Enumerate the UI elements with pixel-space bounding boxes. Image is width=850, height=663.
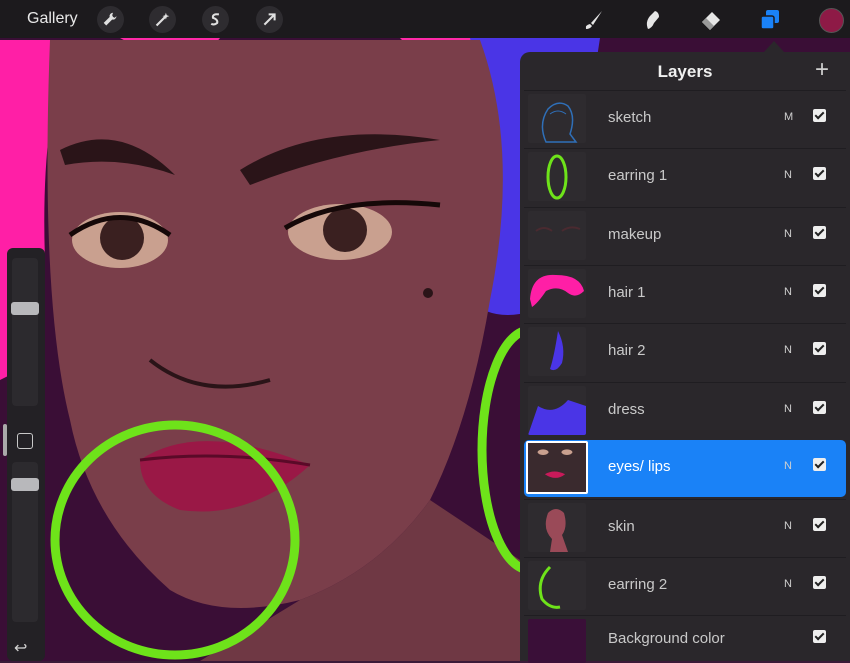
layer-name: hair 1	[608, 284, 646, 301]
layer-thumbnail	[528, 94, 586, 143]
background-color-row[interactable]: Background color	[524, 615, 846, 663]
layer-row[interactable]: skin N	[524, 499, 846, 557]
eraser-icon[interactable]	[697, 6, 724, 33]
layer-row-selected[interactable]: eyes/ lips N	[524, 440, 846, 497]
blend-mode-button[interactable]: N	[784, 228, 792, 240]
wrench-icon[interactable]	[97, 6, 124, 33]
layer-name: sketch	[608, 109, 652, 126]
visibility-checkbox[interactable]	[813, 401, 826, 414]
layer-name: Background color	[608, 630, 725, 647]
visibility-checkbox[interactable]	[813, 167, 826, 180]
blend-mode-button[interactable]: N	[784, 578, 792, 590]
blend-mode-button[interactable]: N	[784, 403, 792, 415]
layer-thumbnail	[528, 211, 586, 260]
layers-panel: Layers + sketch M earring 1 N makeup N h…	[520, 52, 850, 663]
visibility-checkbox[interactable]	[813, 518, 826, 531]
blend-mode-button[interactable]: N	[784, 286, 792, 298]
add-layer-icon[interactable]: +	[815, 58, 829, 82]
magic-wand-icon[interactable]	[149, 6, 176, 33]
top-toolbar: Gallery	[0, 0, 850, 38]
layer-row[interactable]: earring 1 N	[524, 148, 846, 206]
visibility-checkbox[interactable]	[813, 576, 826, 589]
layers-panel-title: Layers	[657, 62, 713, 81]
layer-thumbnail	[528, 269, 586, 318]
layer-row[interactable]: dress N	[524, 382, 846, 440]
layer-thumbnail	[528, 152, 586, 201]
visibility-checkbox[interactable]	[813, 342, 826, 355]
blend-mode-button[interactable]: N	[784, 344, 792, 356]
layer-row[interactable]: hair 2 N	[524, 323, 846, 381]
brush-size-slider[interactable]	[12, 258, 38, 406]
layer-name: earring 2	[608, 576, 668, 593]
color-swatch-button[interactable]	[819, 8, 844, 33]
layers-icon[interactable]	[756, 6, 783, 33]
background-color-swatch[interactable]	[528, 619, 586, 663]
blend-mode-button[interactable]: M	[784, 111, 793, 123]
layer-row[interactable]: makeup N	[524, 207, 846, 265]
brush-icon[interactable]	[580, 6, 607, 33]
layer-thumbnail	[528, 503, 586, 552]
visibility-checkbox[interactable]	[813, 109, 826, 122]
layer-thumbnail	[528, 561, 586, 610]
layer-name: dress	[608, 401, 645, 418]
layer-thumbnail	[528, 386, 586, 435]
layer-name: earring 1	[608, 167, 668, 184]
arrow-cursor-icon[interactable]	[256, 6, 283, 33]
visibility-checkbox[interactable]	[813, 226, 826, 239]
gallery-button[interactable]: Gallery	[27, 10, 78, 28]
layer-name: makeup	[608, 226, 662, 243]
visibility-checkbox[interactable]	[813, 284, 826, 297]
square-modify-icon[interactable]	[17, 433, 33, 449]
blend-mode-button[interactable]: N	[784, 520, 792, 532]
layer-row[interactable]: hair 1 N	[524, 265, 846, 323]
sidebar-drag-handle[interactable]	[3, 424, 7, 456]
visibility-checkbox[interactable]	[813, 630, 826, 643]
selection-s-icon[interactable]	[202, 6, 229, 33]
layer-thumbnail	[528, 327, 586, 376]
layer-name: skin	[608, 518, 635, 535]
opacity-slider-thumb[interactable]	[11, 478, 39, 491]
layer-row[interactable]: sketch M	[524, 90, 846, 148]
smudge-icon[interactable]	[638, 6, 665, 33]
layer-name: eyes/ lips	[608, 458, 671, 475]
layer-thumbnail	[526, 441, 588, 494]
blend-mode-button[interactable]: N	[784, 460, 792, 472]
size-slider-thumb[interactable]	[11, 302, 39, 315]
undo-arrow-icon[interactable]: ↩	[14, 638, 27, 658]
blend-mode-button[interactable]: N	[784, 169, 792, 181]
popover-arrow	[764, 41, 784, 52]
layer-name: hair 2	[608, 342, 646, 359]
layer-row[interactable]: earring 2 N	[524, 557, 846, 615]
visibility-checkbox[interactable]	[813, 458, 826, 471]
